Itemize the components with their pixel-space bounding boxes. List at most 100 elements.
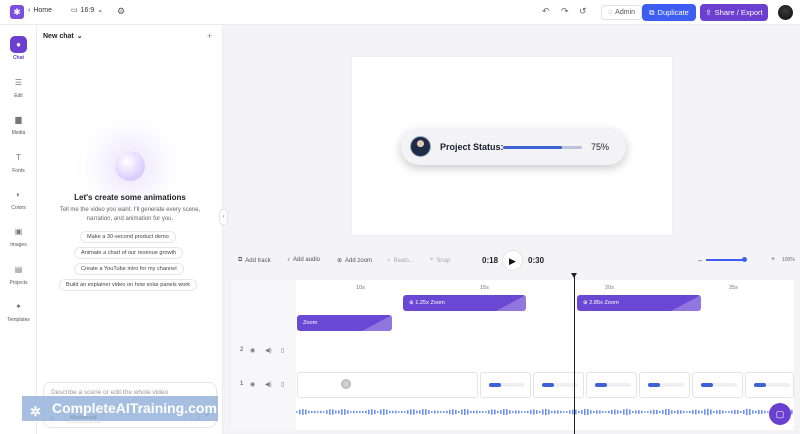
waveform-bar <box>353 410 355 414</box>
audio-waveform[interactable] <box>296 403 794 421</box>
waveform-bar <box>338 410 340 414</box>
clip-thumbnail <box>754 383 790 387</box>
progress-track <box>503 146 582 149</box>
rail-item-images[interactable]: ▣ Images <box>0 223 37 248</box>
snap-button[interactable]: ⌖ Snap <box>430 257 450 264</box>
waveform-bar <box>536 410 538 414</box>
user-avatar[interactable] <box>778 5 793 20</box>
eye-icon[interactable]: ◉ <box>250 347 255 354</box>
waveform-bar <box>485 411 487 413</box>
waveform-bar <box>503 408 505 416</box>
chat-panel: New chat ⌄ + Let's create some animation… <box>37 25 223 434</box>
add-zoom-button[interactable]: ⊕ Add zoom <box>337 257 372 265</box>
snap-icon: ⌖ <box>430 257 434 263</box>
media-clip[interactable] <box>745 372 794 398</box>
zoom-out-icon[interactable]: – <box>698 256 702 265</box>
rail-label: Chat <box>12 55 25 61</box>
waveform-bar <box>410 409 412 415</box>
collapse-panel-button[interactable]: ‹ <box>219 209 228 225</box>
eye-icon[interactable]: ◉ <box>250 381 255 388</box>
add-track-button[interactable]: ⧉ Add track <box>238 257 271 264</box>
folder-icon: ▆ <box>15 115 22 124</box>
chat-selector[interactable]: New chat ⌄ <box>43 32 83 41</box>
add-audio-button[interactable]: ♪ Add audio <box>287 257 320 263</box>
waveform-bar <box>392 410 394 414</box>
waveform-bar <box>425 409 427 415</box>
chat-support-button[interactable]: ▢ <box>769 403 791 425</box>
waveform-bar <box>728 411 730 413</box>
image-icon: ▣ <box>14 227 23 236</box>
trash-icon[interactable]: ▯ <box>281 381 284 388</box>
sliders-icon: ☰ <box>14 78 23 87</box>
media-clip[interactable] <box>692 372 743 398</box>
beats-icon: ⌁ <box>387 258 391 264</box>
waveform-bar <box>668 409 670 415</box>
waveform-bar <box>506 409 508 415</box>
monitor-icon: ▭ <box>71 7 78 14</box>
zoom-clip[interactable]: ⊕ 2.85x Zoom <box>577 295 701 311</box>
waveform-bar <box>458 411 460 413</box>
media-clip[interactable] <box>586 372 637 398</box>
rail-item-templates[interactable]: ✦ Templates <box>0 298 37 323</box>
new-chat-plus-icon[interactable]: + <box>207 31 212 41</box>
speaker-icon[interactable]: ◀) <box>265 381 272 388</box>
suggestion-chip[interactable]: Build an explainer video on how solar pa… <box>59 279 198 291</box>
playhead[interactable] <box>574 274 575 434</box>
zoom-slider-track[interactable] <box>706 259 746 261</box>
duplicate-button[interactable]: ⧉ Duplicate <box>642 4 696 21</box>
waveform-bar <box>569 410 571 414</box>
waveform-bar <box>317 411 319 413</box>
waveform-bar <box>356 410 358 414</box>
zoom-clip[interactable]: Zoom <box>297 315 392 331</box>
zoom-clip[interactable]: ⊕ 1.25x Zoom <box>403 295 526 311</box>
waveform-bar <box>632 410 634 414</box>
waveform-bar <box>530 409 532 415</box>
suggestion-chip[interactable]: Create a YouTube intro for my channel <box>74 263 184 275</box>
suggestion-chip[interactable]: Animate a chart of our revenue growth <box>74 247 184 259</box>
video-canvas[interactable]: Project Status: 75% <box>351 56 673 236</box>
waveform-bar <box>584 408 586 416</box>
rail-item-fonts[interactable]: T Fonts <box>0 149 37 174</box>
admin-button[interactable]: ◌ Admin <box>601 5 643 20</box>
waveform-bar <box>701 410 703 414</box>
ruler-label: 20s <box>605 285 614 291</box>
media-clip[interactable] <box>639 372 690 398</box>
home-link[interactable]: ‹ Home <box>28 7 52 14</box>
redo-icon[interactable]: ↷ <box>561 6 569 17</box>
undo-icon[interactable]: ↶ <box>542 6 550 17</box>
app-logo-icon[interactable]: ✱ <box>10 5 24 19</box>
waveform-bar <box>746 408 748 416</box>
waveform-bar <box>500 410 502 414</box>
media-clip[interactable] <box>533 372 584 398</box>
waveform-bar <box>326 410 328 414</box>
rail-item-projects[interactable]: ▤ Projects <box>0 261 37 286</box>
media-clip[interactable] <box>480 372 531 398</box>
media-clip[interactable] <box>297 372 478 398</box>
trash-icon[interactable]: ▯ <box>281 347 284 354</box>
beats-button[interactable]: ⌁ Beats... <box>387 257 414 265</box>
waveform-bar <box>686 411 688 413</box>
waveform-bar <box>563 411 565 413</box>
zoom-slider-handle[interactable] <box>742 257 747 262</box>
rail-item-chat[interactable]: ● Chat <box>0 36 37 61</box>
share-export-button[interactable]: ⇪ Share / Export <box>700 4 768 21</box>
templates-icon: ✦ <box>15 302 22 311</box>
top-bar: ✱ ‹ Home ▭ 16:9 ⌄ ⚙ ↶ ↷ ↺ ◌ Admin ⧉ Dupl… <box>0 0 800 25</box>
waveform-bar <box>311 410 313 414</box>
rail-item-edit[interactable]: ☰ Edit <box>0 74 37 99</box>
speaker-icon[interactable]: ◀) <box>265 347 272 354</box>
suggestion-chip[interactable]: Make a 30-second product demo <box>80 231 176 243</box>
aspect-ratio-select[interactable]: ▭ 16:9 ⌄ <box>71 6 103 15</box>
zoom-in-icon[interactable]: + <box>771 256 775 263</box>
play-button[interactable]: ▶ <box>502 250 523 271</box>
waveform-bar <box>641 410 643 414</box>
waveform-bar <box>755 410 757 414</box>
history-icon[interactable]: ↺ <box>579 6 587 17</box>
assistant-orb <box>115 151 145 181</box>
rail-item-media[interactable]: ▆ Media <box>0 111 37 136</box>
waveform-bar <box>635 410 637 414</box>
waveform-bar <box>695 409 697 415</box>
rail-item-colors[interactable]: ◐ Colors <box>0 186 37 211</box>
settings-icon[interactable]: ⚙ <box>117 6 125 17</box>
waveform-bar <box>407 410 409 414</box>
